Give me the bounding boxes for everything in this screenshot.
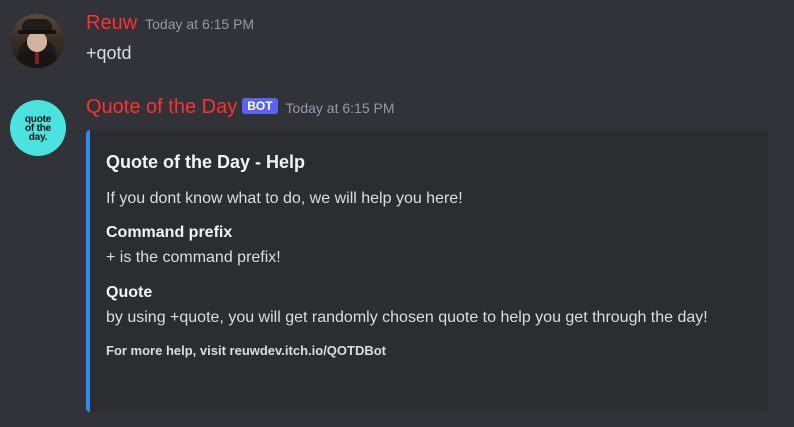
embed-footer: For more help, visit reuwdev.itch.io/QOT…	[106, 343, 387, 358]
bot-logo-line-3: day.	[28, 131, 48, 143]
field-value: + is the command prefix!	[106, 249, 281, 266]
chat-message-list: Reuw Today at 6:15 PM +qotd quote of the…	[0, 0, 794, 427]
field-name: Command prefix	[106, 224, 233, 241]
avatar-hat-brim	[18, 30, 56, 34]
embed-title: Quote of the Day - Help	[106, 152, 306, 172]
timestamp: Today at 6:15 PM	[285, 100, 395, 116]
embed-field-command-prefix: Command prefix + is the command prefix!	[106, 222, 752, 270]
embed-field-quote: Quote by using +quote, you will get rand…	[106, 282, 752, 330]
bot-avatar[interactable]: quote of the day.	[10, 100, 66, 156]
bot-badge: BOT	[242, 98, 278, 114]
bot-username[interactable]: Quote of the Day	[86, 94, 237, 120]
message-header: Reuw Today at 6:15 PM	[86, 10, 794, 36]
message-header: Quote of the Day BOT Today at 6:15 PM	[86, 94, 794, 120]
avatar-tie	[35, 52, 39, 64]
timestamp: Today at 6:15 PM	[145, 16, 255, 32]
message-content: Reuw Today at 6:15 PM +qotd	[86, 10, 794, 66]
bot-logo: quote of the day.	[25, 114, 51, 143]
avatar[interactable]	[10, 14, 64, 68]
embed-description: If you dont know what to do, we will hel…	[106, 190, 463, 207]
embed-card: Quote of the Day - Help If you dont know…	[86, 130, 768, 412]
field-name: Quote	[106, 284, 153, 301]
field-value: by using +quote, you will get randomly c…	[106, 309, 708, 326]
message-text: +qotd	[86, 43, 132, 63]
username[interactable]: Reuw	[86, 10, 137, 36]
avatar-face	[27, 32, 47, 52]
message-content: Quote of the Day BOT Today at 6:15 PM	[86, 94, 794, 120]
